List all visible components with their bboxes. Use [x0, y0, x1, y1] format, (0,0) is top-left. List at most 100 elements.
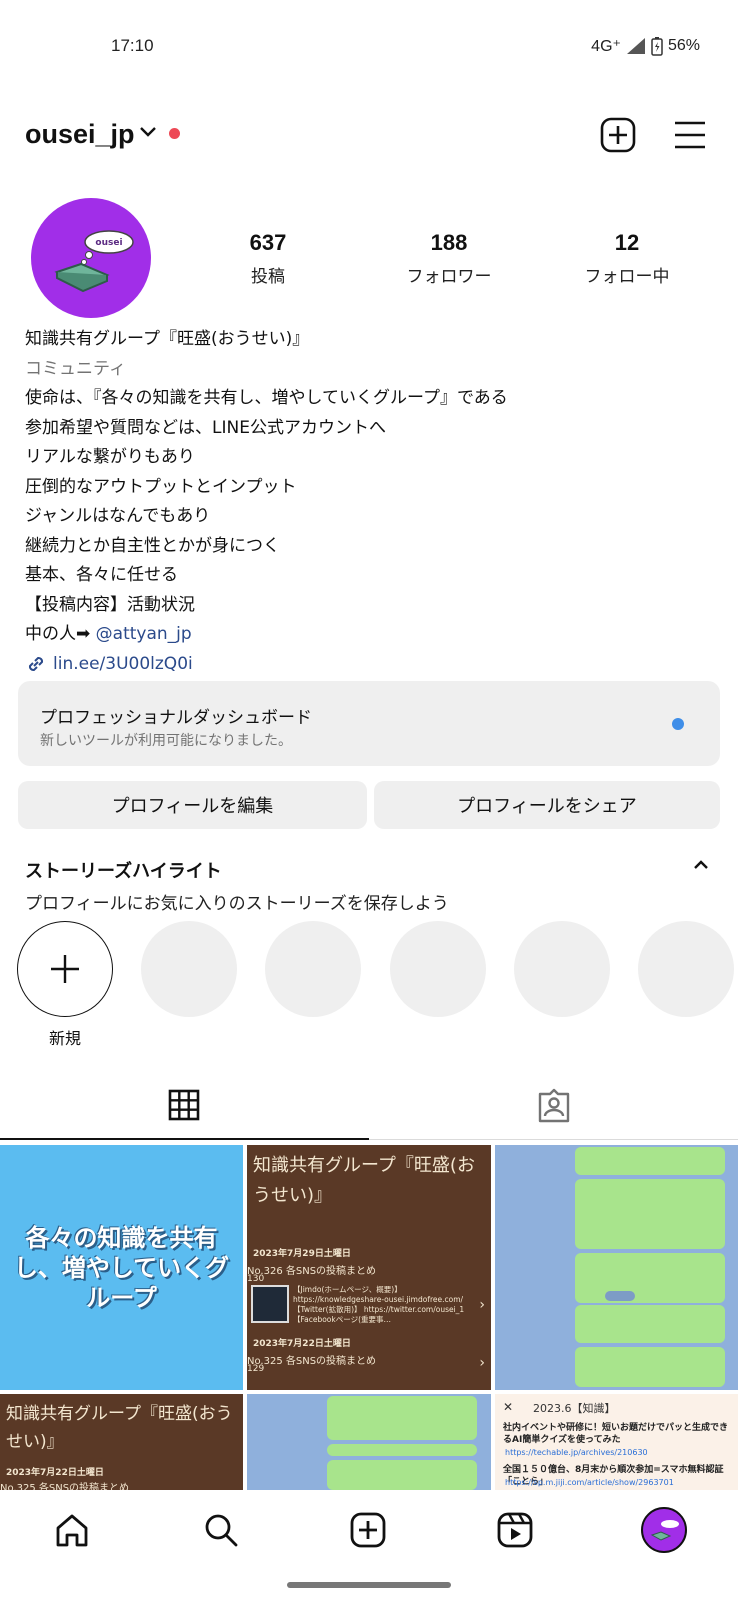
doc-header: 2023.6【知識】: [533, 1402, 616, 1415]
profile-avatar-nav[interactable]: [641, 1507, 687, 1553]
post-tile[interactable]: ✕ 2023.6【知識】 社内イベントや研修に！短いお題だけでパッと生成できるA…: [495, 1394, 738, 1490]
post-tile-count: 129: [247, 1364, 265, 1374]
edit-profile-button[interactable]: プロフィールを編集: [18, 781, 367, 829]
bio-insider-prefix: 中の人➡: [25, 624, 91, 644]
highlight-placeholder: [638, 921, 734, 1017]
stat-following[interactable]: 12 フォロー中: [552, 230, 702, 287]
post-tile-text: 各々の知識を共有し、増やしていくグループ: [13, 1223, 230, 1312]
chevron-up-icon[interactable]: [693, 859, 709, 871]
bio-line: 圧倒的なアウトプットとインプット: [25, 476, 297, 497]
reels-icon[interactable]: [497, 1512, 533, 1548]
status-bar: 17:10 4G⁺ 56%: [0, 0, 738, 95]
chat-bubble: [327, 1460, 477, 1490]
username[interactable]: ousei_jp: [25, 119, 135, 150]
highlights-title: ストーリーズハイライト: [25, 861, 222, 882]
plus-square-icon[interactable]: [600, 117, 636, 153]
avatar-text: ousei: [95, 238, 122, 248]
post-thumbnail: [251, 1285, 289, 1323]
tagged-icon[interactable]: [537, 1088, 571, 1124]
gesture-bar[interactable]: [287, 1582, 451, 1588]
bio-link-text: lin.ee/3U00lzQ0i: [53, 653, 193, 674]
highlight-placeholder: [390, 921, 486, 1017]
bio-line: リアルな繋がりもあり: [25, 447, 195, 467]
stat-followers-label: フォロワー: [406, 267, 492, 287]
chat-bubble: [327, 1396, 477, 1440]
post-tile[interactable]: 各々の知識を共有し、増やしていくグループ: [0, 1145, 243, 1390]
post-tile-title: 知識共有グループ『旺盛(おうせい)』: [6, 1404, 233, 1452]
highlight-placeholder: [141, 921, 237, 1017]
profile-bio: 知識共有グループ『旺盛(おうせい)』 コミュニティ 使命は、『各々の知識を共有し…: [25, 325, 715, 679]
bio-line: 継続力とか自主性とかが身につく: [25, 535, 280, 556]
stat-posts[interactable]: 637 投稿: [193, 230, 343, 287]
status-time: 17:10: [111, 36, 154, 55]
new-highlight-label: 新規: [48, 1029, 81, 1048]
bio-line: 参加希望や質問などは、LINE公式アカウントへ: [25, 417, 386, 438]
network-label: 4G⁺: [591, 38, 621, 55]
signal-icon: [626, 38, 645, 54]
avatar[interactable]: ousei: [31, 198, 151, 318]
battery-percent: 56%: [667, 37, 700, 54]
search-icon[interactable]: [203, 1512, 239, 1548]
post-tile[interactable]: 知識共有グループ『旺盛(おうせい)』 2023年7月29日土曜日 No.326 …: [247, 1145, 491, 1390]
dashboard-new-dot: [672, 718, 684, 730]
insider-mention-link[interactable]: @attyan_jp: [96, 624, 192, 644]
post-tile[interactable]: [495, 1145, 738, 1390]
avatar-logo: [650, 1520, 679, 1541]
post-tile[interactable]: 知識共有グループ『旺盛(おうせい)』 2023年7月22日土曜日 No.325 …: [0, 1394, 243, 1490]
doc-link: https://sp.m.jiji.com/article/show/29637…: [505, 1478, 674, 1487]
chat-bubble: [327, 1444, 477, 1456]
menu-icon[interactable]: [672, 117, 708, 153]
plus-icon: [51, 955, 79, 983]
chat-bubble: [575, 1179, 725, 1249]
chevron-down-icon[interactable]: [139, 125, 157, 139]
home-icon[interactable]: [54, 1512, 90, 1548]
highlight-placeholder: [514, 921, 610, 1017]
stat-followers[interactable]: 188 フォロワー: [374, 230, 524, 287]
chat-bubble: [575, 1253, 725, 1303]
new-highlight-button[interactable]: [17, 921, 113, 1017]
close-icon: ✕: [503, 1400, 514, 1414]
bio-line: 基本、各々に任せる: [25, 565, 178, 585]
profile-header: ousei_jp: [0, 105, 738, 167]
stat-posts-count: 637: [249, 230, 287, 255]
posts-grid: 各々の知識を共有し、増やしていくグループ 知識共有グループ『旺盛(おうせい)』 …: [0, 1145, 738, 1490]
notification-dot: [169, 128, 180, 139]
battery-icon: [651, 37, 663, 56]
bio-category: コミュニティ: [25, 358, 126, 379]
post-tile-item: No.325 各SNSの投稿まとめ: [0, 1483, 130, 1490]
doc-line: 社内イベントや研修に！短いお題だけでパッと生成できるAI簡単クイズを使ってみた: [503, 1423, 729, 1445]
profile-tabs: [0, 1078, 738, 1140]
chevron-right-icon: ›: [479, 1355, 485, 1371]
highlights-subtitle: プロフィールにお気に入りのストーリーズを保存しよう: [25, 894, 449, 914]
highlight-placeholder: [265, 921, 361, 1017]
bio-line: 使命は、『各々の知識を共有し、増やしていくグループ』である: [25, 388, 508, 408]
active-tab-indicator: [0, 1138, 369, 1140]
post-tile[interactable]: [247, 1394, 491, 1490]
post-tile-title: 知識共有グループ『旺盛(おうせい)』: [253, 1155, 475, 1206]
bio-line: ジャンルはなんでもあり: [25, 506, 211, 526]
stat-following-count: 12: [614, 230, 640, 255]
link-icon: [28, 657, 44, 672]
dashboard-subtitle: 新しいツールが利用可能になりました。: [40, 733, 292, 749]
doc-link: https://techable.jp/archives/210630: [505, 1448, 648, 1457]
chevron-right-icon: ›: [479, 1297, 485, 1313]
post-tile-desc: 【Jimdo(ホームページ、概要)】 https://knowledgeshar…: [293, 1285, 465, 1324]
create-icon[interactable]: [350, 1512, 386, 1548]
share-profile-button[interactable]: プロフィールをシェア: [374, 781, 720, 829]
chat-bubble: [575, 1347, 725, 1387]
chat-bubble: [575, 1147, 725, 1175]
professional-dashboard[interactable]: プロフェッショナルダッシュボード 新しいツールが利用可能になりました。: [18, 681, 720, 766]
stat-following-label: フォロー中: [584, 267, 670, 287]
status-indicators: 4G⁺ 56%: [591, 36, 700, 56]
grid-icon[interactable]: [167, 1088, 201, 1122]
chat-bubble: [575, 1305, 725, 1343]
bio-insider: 中の人➡ @attyan_jp: [25, 620, 715, 650]
avatar-logo: ousei: [54, 230, 134, 293]
date-chip: [605, 1291, 635, 1301]
bio-name: 知識共有グループ『旺盛(おうせい)』: [25, 329, 310, 349]
stat-followers-count: 188: [430, 230, 468, 255]
bio-line: 【投稿内容】活動状況: [25, 594, 195, 615]
stat-posts-label: 投稿: [251, 267, 285, 287]
dashboard-title: プロフェッショナルダッシュボード: [40, 708, 312, 728]
bio-link[interactable]: lin.ee/3U00lzQ0i: [25, 650, 715, 680]
